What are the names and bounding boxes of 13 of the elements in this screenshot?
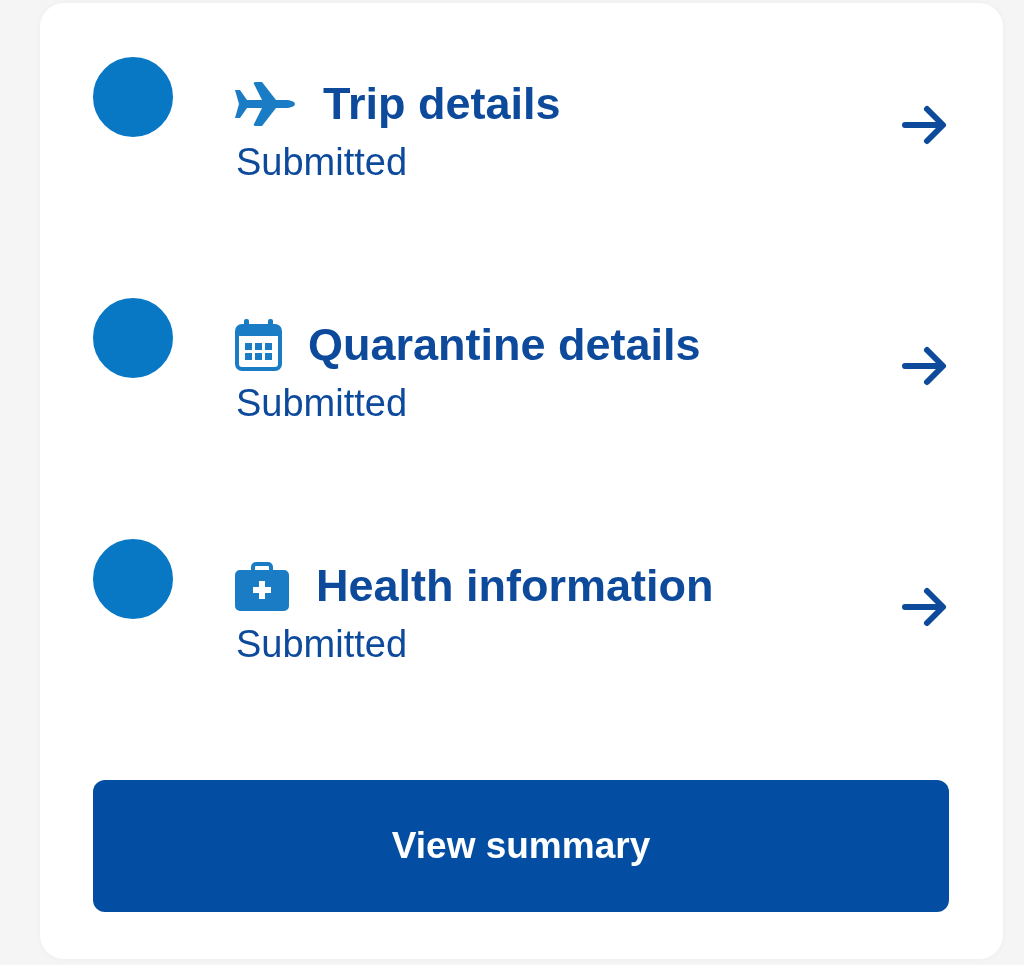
step-status: Submitted — [236, 622, 408, 667]
step-title: Trip details — [323, 77, 561, 131]
arrow-right-icon[interactable] — [901, 586, 949, 628]
arrow-right-icon[interactable] — [901, 345, 949, 387]
step-title: Health information — [316, 559, 714, 613]
medical-kit-icon — [235, 561, 289, 611]
calendar-icon — [235, 319, 282, 371]
view-summary-button[interactable]: View summary — [93, 780, 949, 912]
step-title: Quarantine details — [308, 318, 701, 372]
step-status: Submitted — [236, 381, 408, 426]
arrow-right-icon[interactable] — [901, 104, 949, 146]
airplane-icon — [235, 82, 295, 126]
step-status: Submitted — [236, 140, 408, 185]
